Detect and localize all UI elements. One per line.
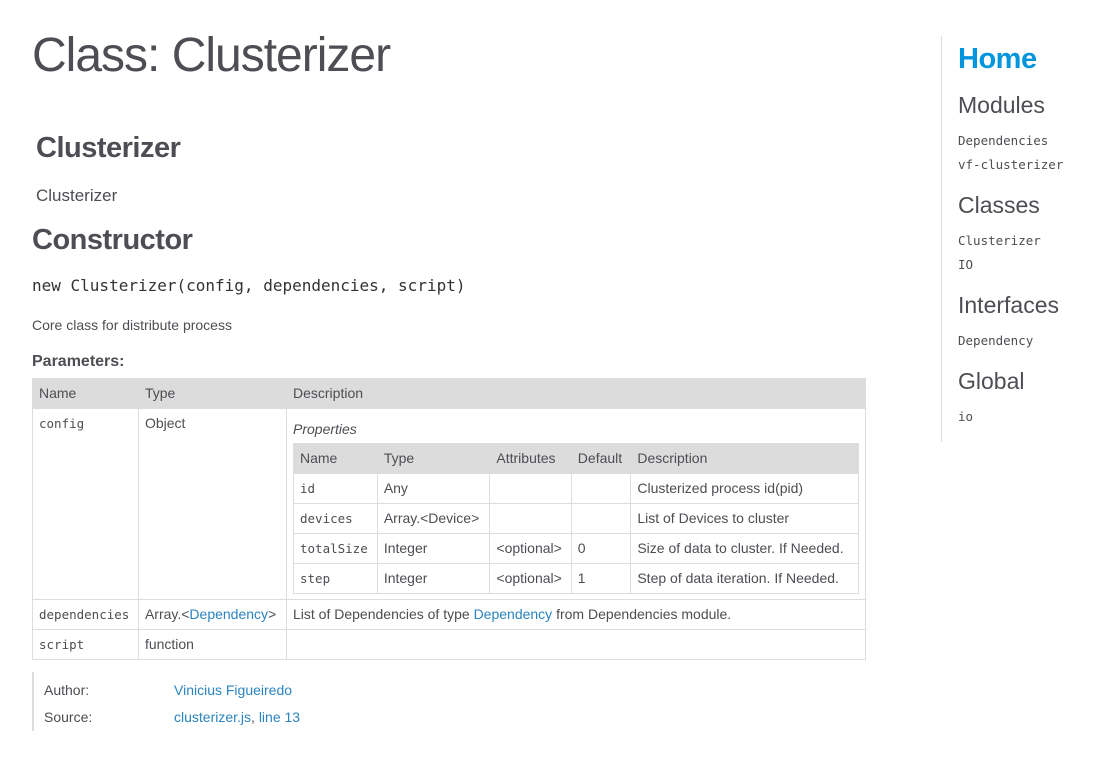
prop-attributes: <optional> xyxy=(489,563,572,594)
constructor-signature: new Clusterizer(config, dependencies, sc… xyxy=(32,276,466,295)
nav-heading-interfaces: Interfaces xyxy=(958,292,1059,318)
property-row: id Any Clusterized process id(pid) xyxy=(293,473,859,504)
prop-type: Integer xyxy=(376,563,491,594)
param-description: Properties Name Type Attributes Default … xyxy=(286,408,866,600)
prop-type: Integer xyxy=(376,533,491,564)
constructor-description: Core class for distribute process xyxy=(32,317,232,333)
nav-heading-global: Global xyxy=(958,368,1025,394)
page-title: Class: Clusterizer xyxy=(32,29,391,82)
nav-list-global: io xyxy=(958,405,1094,429)
nav-list-modules: Dependencies vf-clusterizer xyxy=(958,129,1094,177)
column-header-name: Name xyxy=(32,378,139,409)
description-prefix: List of Dependencies of type xyxy=(293,606,474,622)
type-prefix: Array.< xyxy=(144,606,190,622)
parameters-table: Name Type Description config Object Prop… xyxy=(32,378,866,660)
type-suffix: > xyxy=(268,606,277,622)
prop-description: List of Devices to cluster xyxy=(630,503,859,534)
prop-attributes xyxy=(489,503,572,534)
author-link[interactable]: Vinicius Figueiredo xyxy=(174,677,292,704)
param-name: script xyxy=(32,629,139,660)
source-row: Source: clusterizer.js, line 13 xyxy=(44,704,872,731)
param-row-script: script function xyxy=(32,629,866,660)
prop-name: devices xyxy=(293,503,378,534)
nav-item-vf-clusterizer[interactable]: vf-clusterizer xyxy=(958,153,1094,177)
nav-item-io-global[interactable]: io xyxy=(958,405,1094,429)
param-type: Array.<Dependency> xyxy=(137,599,288,630)
param-description: List of Dependencies of type Dependency … xyxy=(286,599,866,630)
source-value: clusterizer.js, line 13 xyxy=(174,704,300,731)
prop-column-attributes: Attributes xyxy=(489,443,572,474)
parameters-heading: Parameters: xyxy=(32,353,125,370)
prop-description: Step of data iteration. If Needed. xyxy=(630,563,859,594)
prop-description: Size of data to cluster. If Needed. xyxy=(630,533,859,564)
property-row: step Integer <optional> 1 Step of data i… xyxy=(293,563,859,594)
prop-name: step xyxy=(293,563,378,594)
nav-item-dependencies-module[interactable]: Dependencies xyxy=(958,129,1094,153)
prop-default xyxy=(570,503,632,534)
prop-column-description: Description xyxy=(630,443,859,474)
param-description xyxy=(286,629,866,660)
nav-heading-modules: Modules xyxy=(958,92,1045,118)
prop-name: id xyxy=(293,473,378,504)
source-line-link[interactable]: line 13 xyxy=(259,709,300,725)
param-name: dependencies xyxy=(32,599,139,630)
prop-attributes: <optional> xyxy=(489,533,572,564)
main-content: Class: Clusterizer Clusterizer Clusteriz… xyxy=(32,20,872,731)
property-row: devices Array.<Device> List of Devices t… xyxy=(293,503,859,534)
prop-default: 0 xyxy=(570,533,632,564)
description-suffix: from Dependencies module. xyxy=(552,606,732,622)
properties-header-row: Name Type Attributes Default Description xyxy=(293,443,859,474)
nav-item-dependency-interface[interactable]: Dependency xyxy=(958,329,1094,353)
param-type: Object xyxy=(137,408,288,600)
param-row-dependencies: dependencies Array.<Dependency> List of … xyxy=(32,599,866,630)
source-file-link[interactable]: clusterizer.js xyxy=(174,709,251,725)
column-header-type: Type xyxy=(137,378,288,409)
column-header-description: Description xyxy=(286,378,866,409)
prop-name: totalSize xyxy=(293,533,378,564)
source-label: Source: xyxy=(44,709,93,725)
properties-label: Properties xyxy=(293,421,357,437)
class-name-heading: Clusterizer xyxy=(36,132,181,164)
dependency-type-link[interactable]: Dependency xyxy=(189,606,268,622)
param-name: config xyxy=(32,408,139,600)
parameters-header-row: Name Type Description xyxy=(32,378,866,409)
nav-heading-classes: Classes xyxy=(958,192,1040,218)
nav-item-io[interactable]: IO xyxy=(958,253,1094,277)
nav-home-link[interactable]: Home xyxy=(958,41,1094,77)
prop-type: Array.<Device> xyxy=(376,503,491,534)
nav-item-clusterizer[interactable]: Clusterizer xyxy=(958,229,1094,253)
nav-list-classes: Clusterizer IO xyxy=(958,229,1094,277)
nav-list-interfaces: Dependency xyxy=(958,329,1094,353)
prop-description: Clusterized process id(pid) xyxy=(630,473,859,504)
author-label: Author: xyxy=(44,682,90,698)
prop-default: 1 xyxy=(570,563,632,594)
constructor-heading: Constructor xyxy=(32,224,193,256)
class-description: Clusterizer xyxy=(36,186,118,205)
author-row: Author: Vinicius Figueiredo xyxy=(44,677,872,704)
details-block: Author: Vinicius Figueiredo Source: clus… xyxy=(32,672,872,731)
prop-column-name: Name xyxy=(293,443,378,474)
prop-column-type: Type xyxy=(376,443,491,474)
dependency-description-link[interactable]: Dependency xyxy=(474,606,553,622)
param-row-config: config Object Properties Name Type Attri… xyxy=(32,408,866,600)
prop-column-default: Default xyxy=(570,443,632,474)
param-type: function xyxy=(137,629,288,660)
prop-default xyxy=(570,473,632,504)
properties-table: Name Type Attributes Default Description… xyxy=(293,443,859,594)
prop-attributes xyxy=(489,473,572,504)
property-row: totalSize Integer <optional> 0 Size of d… xyxy=(293,533,859,564)
sidebar-nav: Home Modules Dependencies vf-clusterizer… xyxy=(941,36,1094,442)
source-separator: , xyxy=(251,709,259,725)
prop-type: Any xyxy=(376,473,491,504)
